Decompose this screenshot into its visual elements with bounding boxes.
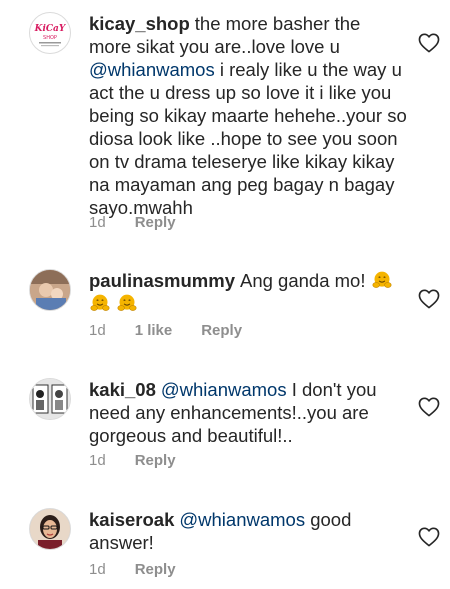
comment-time: 1d [89,561,106,578]
comment-text: kicay_shop the more basher the more sikat… [89,12,407,219]
comment-meta: 1d Reply [89,561,205,578]
comment-time: 1d [89,214,106,231]
comment-body: i realy like u the way u act the u dress… [89,59,407,218]
heart-outline-icon[interactable] [418,33,440,53]
avatar[interactable] [29,508,71,550]
heart-outline-icon[interactable] [418,527,440,547]
mention-link[interactable]: @whianwamos [161,379,287,400]
likes-count[interactable]: 1 like [135,322,173,339]
reply-button[interactable]: Reply [135,561,176,578]
comment-time: 1d [89,322,106,339]
profile-photo-icon [30,379,70,419]
comment-text: kaiseroak @whianwamos good answer! [89,508,407,554]
reply-button[interactable]: Reply [135,214,176,231]
avatar[interactable] [29,269,71,311]
comment-body: Ang ganda mo! [240,270,366,291]
comment-username[interactable]: paulinasmummy [89,270,235,291]
kicay-shop-logo-icon: KiCaY SHOP [31,14,69,52]
hugging-face-emoji-icon [90,294,110,311]
comment-username[interactable]: kaki_08 [89,379,156,400]
mention-link[interactable]: @whianwamos [89,59,215,80]
comment-meta: 1d 1 like Reply [89,322,271,339]
heart-outline-icon[interactable] [418,397,440,417]
comment-meta: 1d Reply [89,452,205,469]
comment-time: 1d [89,452,106,469]
comment-meta: 1d Reply [89,214,205,231]
svg-text:KiCaY: KiCaY [34,24,67,34]
profile-photo-icon [30,509,70,549]
heart-outline-icon[interactable] [418,289,440,309]
comment-username[interactable]: kaiseroak [89,509,174,530]
svg-text:SHOP: SHOP [43,35,57,41]
avatar[interactable] [29,378,71,420]
mention-link[interactable]: @whianwamos [179,509,305,530]
comment-text: paulinasmummy Ang ganda mo! [89,269,407,315]
reply-button[interactable]: Reply [201,322,242,339]
reply-button[interactable]: Reply [135,452,176,469]
comment-text: kaki_08 @whianwamos I don't you need any … [89,378,407,447]
comment-username[interactable]: kicay_shop [89,13,190,34]
hugging-face-emoji-icon [372,271,392,288]
profile-photo-icon [30,270,70,310]
avatar[interactable]: KiCaY SHOP [29,12,71,54]
hugging-face-emoji-icon [117,294,137,311]
